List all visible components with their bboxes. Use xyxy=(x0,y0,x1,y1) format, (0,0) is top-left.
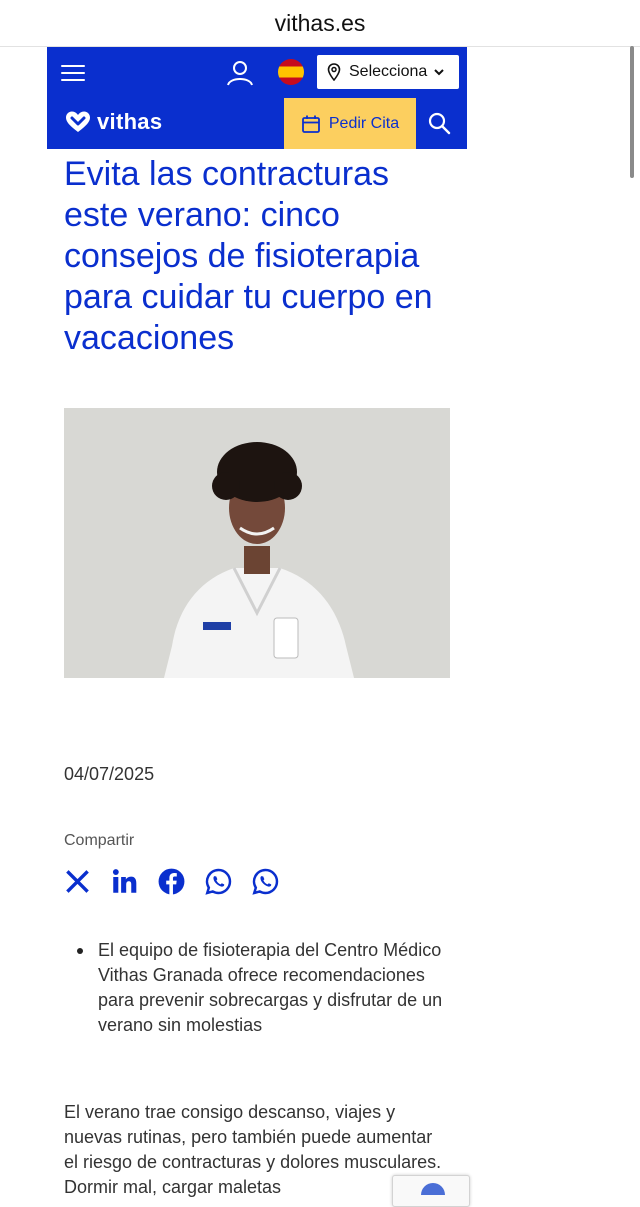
site-header: Selecciona vithas Pedir Cita xyxy=(47,47,467,149)
physiotherapist-photo xyxy=(64,408,450,678)
share-buttons xyxy=(64,868,279,895)
article-highlights: El equipo de fisioterapia del Centro Méd… xyxy=(64,938,444,1038)
logo-text: vithas xyxy=(97,109,163,134)
recaptcha-icon xyxy=(421,1183,445,1195)
article-date: 04/07/2025 xyxy=(64,764,155,784)
vithas-logo[interactable]: vithas xyxy=(65,109,162,135)
calendar-icon xyxy=(301,115,320,133)
highlight-item: El equipo de fisioterapia del Centro Méd… xyxy=(64,938,444,1038)
pedir-cita-label: Pedir Cita xyxy=(328,114,400,132)
share-label: Compartir xyxy=(64,832,135,849)
facebook-icon[interactable] xyxy=(158,868,185,895)
location-pin-icon xyxy=(327,63,341,81)
recaptcha-badge[interactable] xyxy=(392,1175,470,1207)
location-select-value: Selecciona xyxy=(349,63,428,80)
heart-logo-icon xyxy=(66,111,90,132)
hamburger-menu-icon[interactable] xyxy=(61,65,85,81)
header-top-row: Selecciona xyxy=(47,47,467,99)
linkedin-icon[interactable] xyxy=(111,868,138,895)
article-intro: El verano trae consigo descanso, viajes … xyxy=(64,1102,442,1197)
article-photo xyxy=(64,408,450,678)
article-title: Evita las contracturas este verano: cinc… xyxy=(64,155,433,357)
user-account-icon[interactable] xyxy=(225,59,255,87)
spain-flag-icon[interactable] xyxy=(278,59,304,85)
chevron-down-icon xyxy=(434,69,444,76)
location-select[interactable]: Selecciona xyxy=(317,55,459,89)
x-icon[interactable] xyxy=(64,868,91,895)
pedir-cita-button[interactable]: Pedir Cita xyxy=(284,98,416,149)
url-text: vithas.es xyxy=(274,9,366,36)
whatsapp-icon[interactable] xyxy=(252,868,279,895)
scrollbar-thumb[interactable] xyxy=(630,46,634,178)
search-icon[interactable] xyxy=(427,111,451,135)
browser-url-bar[interactable]: vithas.es xyxy=(0,0,640,47)
whatsapp-icon[interactable] xyxy=(205,868,232,895)
